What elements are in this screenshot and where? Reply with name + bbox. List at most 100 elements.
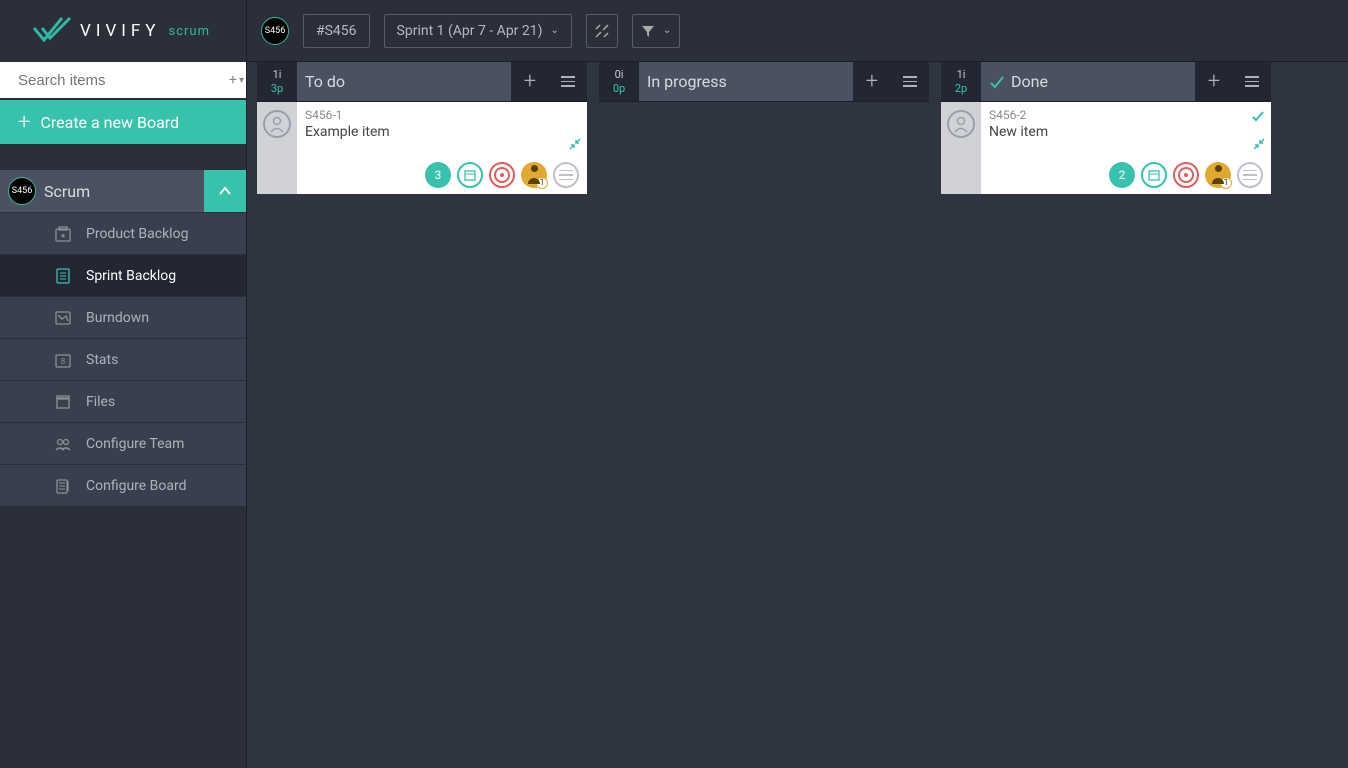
app-logo[interactable]: VIVIFY scrum [0, 0, 246, 62]
column-body [599, 102, 929, 768]
configure-team-icon [54, 435, 72, 453]
chevron-up-icon [218, 186, 232, 196]
board-name: Scrum [44, 182, 90, 201]
column-menu-button[interactable] [549, 62, 587, 102]
collapse-icon [595, 24, 609, 38]
sprint-badge-icon[interactable] [1141, 162, 1167, 188]
column-stats: 1i2p [941, 62, 981, 101]
collapse-all-button[interactable] [586, 14, 618, 48]
points-count: 0p [613, 82, 625, 96]
card[interactable]: S456-1Example item31 [257, 102, 587, 194]
items-count: 0i [615, 68, 624, 82]
sidebar-item-label: Configure Board [86, 478, 187, 494]
column-title-text: Done [1011, 72, 1048, 91]
check-icon [1251, 108, 1265, 127]
sidebar-item-configure-team[interactable]: Configure Team [0, 422, 246, 464]
card-avatar-col [941, 102, 981, 194]
items-count: 1i [957, 68, 966, 82]
topbar: S456 #S456 Sprint 1 (Apr 7 - Apr 21) ⌄ ⌄ [247, 0, 1348, 62]
column-title[interactable]: In progress [639, 62, 853, 101]
sidebar-item-files[interactable]: Files [0, 380, 246, 422]
card-avatar-col [257, 102, 297, 194]
card-badges: 31 [425, 162, 579, 188]
add-card-button[interactable]: + [853, 62, 891, 102]
card-menu-icon[interactable] [553, 162, 579, 188]
column-stats: 0i0p [599, 62, 639, 101]
filter-button[interactable]: ⌄ [632, 14, 680, 48]
column-done: 1i2pDone+S456-2New item21 [941, 62, 1271, 768]
points-badge[interactable]: 3 [425, 162, 451, 188]
column-body: S456-2New item21 [941, 102, 1271, 768]
column-menu-button[interactable] [891, 62, 929, 102]
stats-icon: 8 [54, 351, 72, 369]
card-collapse-icon[interactable] [569, 138, 581, 153]
column-actions: + [853, 62, 929, 101]
card-menu-icon[interactable] [1237, 162, 1263, 188]
column-inprogress: 0i0p In progress + [599, 62, 929, 768]
column-title[interactable]: To do [297, 62, 511, 101]
board-menu: ★Product Backlog Sprint Backlog Burndown 8 S… [0, 212, 246, 506]
target-badge-icon[interactable] [1173, 162, 1199, 188]
search-add-button[interactable]: +▾ [225, 72, 248, 88]
sidebar-item-label: Configure Team [86, 436, 184, 452]
card-id: S456-2 [989, 108, 1263, 122]
assignee-badge-icon[interactable]: 1 [1205, 162, 1231, 188]
sidebar-item-stats[interactable]: 8 Stats [0, 338, 246, 380]
card-body: S456-1Example item31 [297, 102, 587, 194]
logo-product: scrum [169, 24, 211, 39]
sidebar-item-sprint-backlog[interactable]: Sprint Backlog [0, 254, 246, 296]
sidebar-item-label: Stats [86, 352, 118, 368]
sidebar-item-burndown[interactable]: Burndown [0, 296, 246, 338]
sprint-label: Sprint 1 (Apr 7 - Apr 21) [397, 23, 543, 39]
board-collapse-button[interactable] [204, 170, 246, 212]
check-icon [989, 74, 1005, 90]
column-title[interactable]: Done [981, 62, 1195, 101]
sidebar-item-label: Files [86, 394, 115, 410]
assignee-badge-icon[interactable]: 1 [521, 162, 547, 188]
points-badge[interactable]: 2 [1109, 162, 1135, 188]
create-board-label: Create a new Board [40, 113, 179, 132]
plus-icon: + [18, 110, 30, 135]
column-title-text: To do [305, 72, 345, 91]
board-id-text: #S456 [316, 23, 357, 39]
avatar-icon [947, 110, 975, 138]
logo-check-icon [32, 16, 72, 46]
topbar-board-badge[interactable]: S456 [261, 17, 289, 45]
logo-text: VIVIFY [80, 21, 161, 41]
sidebar-item-label: Burndown [86, 310, 149, 326]
svg-text:8: 8 [61, 357, 66, 366]
column-actions: + [511, 62, 587, 101]
filter-icon [641, 24, 655, 38]
search-bar: +▾ [0, 62, 246, 98]
card-title: New item [989, 124, 1263, 140]
board-id-pill[interactable]: #S456 [303, 14, 370, 48]
column-todo: 1i3pTo do+S456-1Example item31 [257, 62, 587, 768]
sprint-selector[interactable]: Sprint 1 (Apr 7 - Apr 21) ⌄ [384, 14, 572, 48]
column-header: 1i2p Done + [941, 62, 1271, 102]
add-card-button[interactable]: + [511, 62, 549, 102]
column-header: 1i3pTo do+ [257, 62, 587, 102]
column-title-text: In progress [647, 72, 727, 91]
card[interactable]: S456-2New item21 [941, 102, 1271, 194]
card-badges: 21 [1109, 162, 1263, 188]
kanban-board: 1i3pTo do+S456-1Example item310i0pIn pro… [247, 62, 1348, 768]
files-icon [54, 393, 72, 411]
product-backlog-icon: ★ [54, 225, 72, 243]
column-header: 0i0p In progress + [599, 62, 929, 102]
svg-text:★: ★ [60, 232, 66, 240]
board-header[interactable]: S456 Scrum [0, 170, 246, 212]
search-input[interactable] [18, 72, 217, 89]
target-badge-icon[interactable] [489, 162, 515, 188]
add-card-button[interactable]: + [1195, 62, 1233, 102]
sprint-badge-icon[interactable] [457, 162, 483, 188]
create-board-button[interactable]: + Create a new Board [0, 100, 246, 144]
card-id: S456-1 [305, 108, 579, 122]
sidebar-item-label: Sprint Backlog [86, 268, 176, 284]
column-menu-button[interactable] [1233, 62, 1271, 102]
points-count: 2p [955, 82, 967, 96]
card-collapse-icon[interactable] [1253, 138, 1265, 153]
card-body: S456-2New item21 [981, 102, 1271, 194]
sidebar-item-configure-board[interactable]: Configure Board [0, 464, 246, 506]
items-count: 1i [273, 68, 282, 82]
sidebar-item-product-backlog[interactable]: ★Product Backlog [0, 212, 246, 254]
